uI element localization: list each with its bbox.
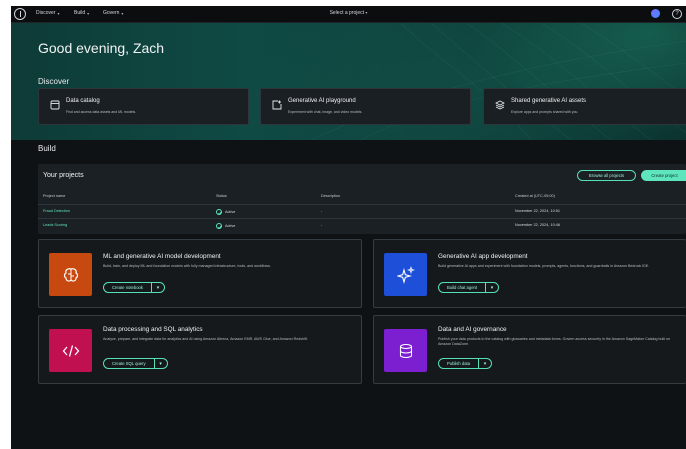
card-title: Generative AI playground [288,98,356,104]
projects-panel: Your projects Browse all projects Create… [38,164,686,234]
project-description: - [321,209,323,213]
feature-title: Data processing and SQL analytics [103,326,203,333]
feature-title: Generative AI app development [438,253,528,260]
card-title: Data catalog [66,98,100,104]
feature-description: Build, train, and deploy ML and foundati… [103,264,271,268]
create-sql-query-button[interactable]: Create SQL query [104,359,155,368]
create-notebook-split-button[interactable]: Create notebook ▾ [103,282,165,293]
feature-card-sql-analytics: Data processing and SQL analytics Analyz… [38,315,362,384]
create-project-button[interactable]: Create project [641,170,686,181]
project-selector[interactable]: Select a project ▾ [11,10,686,16]
project-link-fraud-detection[interactable]: Fraud Detection [43,209,70,213]
create-sql-query-split-button[interactable]: Create SQL query ▾ [103,358,168,369]
check-circle-icon [216,223,222,229]
chevron-down-icon[interactable]: ▾ [155,359,167,368]
status-badge: Active [216,223,235,229]
publish-data-button[interactable]: Publish data [439,359,480,368]
card-description: Explore apps and prompts shared with you… [511,110,579,114]
build-chat-agent-split-button[interactable]: Build chat agent ▾ [438,282,500,293]
feature-card-governance: Data and AI governance Publish your data… [373,315,686,384]
help-icon[interactable]: ? [672,8,682,19]
playground-icon [272,100,282,110]
create-notebook-button[interactable]: Create notebook [104,283,152,292]
chevron-down-icon[interactable]: ▾ [486,283,498,292]
feature-tile [384,329,427,372]
feature-card-ml-development: ML and generative AI model development B… [38,239,362,308]
code-icon [62,344,79,357]
feature-description: Publish your data products to the catalo… [438,337,671,346]
browse-all-projects-button[interactable]: Browse all projects [577,170,636,181]
discover-card-shared-assets[interactable]: Shared generative AI assets Explore apps… [483,88,686,125]
card-description: Experiment with chat, image, and video m… [288,110,363,114]
table-header: Project name Status Description Created … [38,192,686,202]
feature-tile [49,253,92,296]
publish-data-split-button[interactable]: Publish data ▾ [438,358,493,369]
app-window: Discover ▾ Build ▾ Govern ▾ Select a projec… [11,6,686,449]
project-link-leads-scoring[interactable]: Leads Scoring [43,223,67,227]
top-nav: Discover ▾ Build ▾ Govern ▾ Select a projec… [11,6,686,23]
project-created-at: November 22, 2024, 10:51 [515,209,560,213]
feature-description: Analyze, prepare, and integrate data for… [103,337,308,341]
chevron-down-icon[interactable]: ▾ [152,283,164,292]
user-avatar[interactable] [651,9,660,18]
discover-heading: Discover [38,77,70,86]
build-heading: Build [38,144,56,153]
chevron-down-icon: ▾ [365,10,368,15]
sparkle-icon [396,265,415,284]
card-description: Find and access data assets and ML model… [66,110,137,114]
shared-assets-icon [495,100,505,110]
feature-tile [384,253,427,296]
discover-card-playground[interactable]: Generative AI playground Experiment with… [260,88,471,125]
col-created-at[interactable]: Created at (UTC-05:00) [515,194,555,198]
feature-description: Build generative AI apps and experiment … [438,264,650,268]
database-icon [399,343,412,358]
projects-title: Your projects [43,172,84,179]
col-status[interactable]: Status [216,194,227,198]
col-project-name[interactable]: Project name [43,194,65,198]
greeting-heading: Good evening, Zach [38,40,165,56]
chevron-down-icon[interactable]: ▾ [479,359,491,368]
card-title: Shared generative AI assets [511,98,587,104]
project-description: - [321,223,323,227]
feature-card-genai-app: Generative AI app development Build gene… [373,239,686,308]
table-row: Fraud Detection Active - November 22, 20… [38,204,686,218]
col-description[interactable]: Description [321,194,340,198]
build-chat-agent-button[interactable]: Build chat agent [439,283,487,292]
feature-tile [49,329,92,372]
discover-card-data-catalog[interactable]: Data catalog Find and access data assets… [38,88,249,125]
brain-icon [63,267,78,282]
status-badge: Active [216,209,235,215]
catalog-icon [50,100,60,110]
table-row: Leads Scoring Active - November 22, 2024… [38,218,686,232]
feature-title: Data and AI governance [438,326,507,333]
feature-title: ML and generative AI model development [103,253,221,260]
check-circle-icon [216,209,222,215]
project-created-at: November 22, 2024, 10:46 [515,223,560,227]
